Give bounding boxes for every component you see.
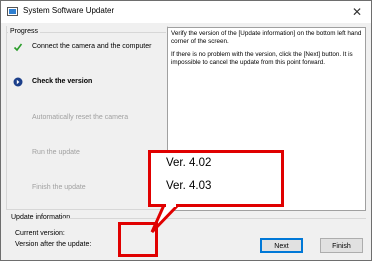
callout-new-version: Ver. 4.03	[166, 180, 212, 192]
callout-pointer-cover	[166, 204, 176, 207]
callout-current-version: Ver. 4.02	[166, 157, 212, 169]
version-highlight-box	[118, 222, 158, 257]
